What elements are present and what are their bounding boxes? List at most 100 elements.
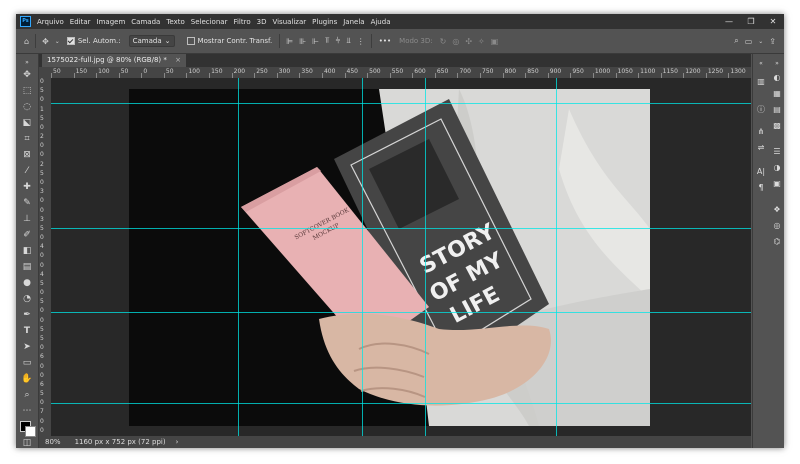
menu-editar[interactable]: Editar (70, 18, 91, 26)
crop-tool-icon[interactable]: ⌗ (20, 132, 34, 146)
align-top-icon[interactable]: ⫪ (325, 36, 330, 46)
more-tools-icon[interactable]: ⋯ (20, 404, 34, 418)
path-select-icon[interactable]: ➤ (20, 340, 34, 354)
chevron-down-icon[interactable]: ⌄ (758, 38, 763, 45)
workspace-icon[interactable]: ▭ (745, 37, 753, 46)
swatches-panel-icon[interactable]: ▦ (771, 88, 783, 100)
clone-stamp-icon[interactable]: ⊥ (20, 212, 34, 226)
vertical-guide[interactable] (362, 78, 363, 436)
search-icon[interactable]: ⌕ (734, 36, 738, 46)
zoom-tool-icon[interactable]: ⌕ (20, 388, 34, 402)
paths-icon[interactable]: ⌬ (771, 236, 783, 248)
paragraph-panel-icon[interactable]: ¶ (755, 182, 767, 194)
healing-brush-icon[interactable]: ✚ (20, 180, 34, 194)
horizontal-guide[interactable] (51, 103, 751, 104)
color-panel-icon[interactable]: ◐ (771, 72, 783, 84)
menu-arquivo[interactable]: Arquivo (37, 18, 64, 26)
camera-3d-icon[interactable]: ▣ (491, 37, 499, 46)
move-tool-icon[interactable]: ✥ (42, 37, 49, 46)
info-panel-icon[interactable]: ⓘ (755, 104, 767, 116)
quick-mask-icon[interactable]: ◫ (20, 436, 34, 448)
collapse-panels-icon[interactable]: » (771, 58, 783, 70)
menu-selecionar[interactable]: Selecionar (191, 18, 228, 26)
close-tab-icon[interactable]: × (175, 56, 181, 64)
more-options-button[interactable]: ••• (379, 37, 391, 45)
channels-panel-icon[interactable]: ◎ (771, 220, 783, 232)
vertical-guide[interactable] (238, 78, 239, 436)
brush-tool-icon[interactable]: ✎ (20, 196, 34, 210)
gradient-tool-icon[interactable]: ▤ (20, 260, 34, 274)
pan-3d-icon[interactable]: ✣ (465, 37, 472, 46)
slide-3d-icon[interactable]: ✧ (478, 37, 485, 46)
horizontal-guide[interactable] (51, 228, 751, 229)
chevron-down-icon[interactable]: ⌄ (55, 38, 60, 45)
menu-ajuda[interactable]: Ajuda (371, 18, 391, 26)
dodge-tool-icon[interactable]: ◔ (20, 292, 34, 306)
properties-panel-icon[interactable]: ☰ (771, 146, 783, 158)
hand-tool-icon[interactable]: ✋ (20, 372, 34, 386)
ruler-label: 600 (414, 68, 426, 75)
align-left-icon[interactable]: ⊫ (286, 37, 293, 46)
horizontal-guide[interactable] (51, 312, 751, 313)
show-transform-option[interactable]: Mostrar Contr. Transf. (186, 37, 272, 45)
share-icon[interactable]: ⇪ (769, 37, 776, 46)
zoom-level[interactable]: 80% (45, 438, 61, 446)
home-icon[interactable]: ⌂ (24, 37, 29, 46)
status-menu-arrow[interactable]: › (176, 438, 179, 446)
menu-imagem[interactable]: Imagem (97, 18, 126, 26)
collapse-panels-icon[interactable]: « (755, 58, 767, 70)
close-window-button[interactable]: ✕ (762, 14, 784, 29)
patterns-panel-icon[interactable]: ▩ (771, 120, 783, 132)
align-center-v-icon[interactable]: ⫩ (336, 36, 341, 46)
canvas-area[interactable]: SOFTCOVER BOOK MOCKUP STORY OF MY LIFE (51, 78, 751, 436)
minimize-button[interactable]: — (718, 14, 740, 29)
eraser-tool-icon[interactable]: ◧ (20, 244, 34, 258)
vertical-guide[interactable] (556, 78, 557, 436)
auto-select-checkbox[interactable] (66, 37, 75, 45)
menu-janela[interactable]: Janela (343, 18, 364, 26)
paths-panel-icon[interactable]: ⋔ (755, 126, 767, 138)
align-right-icon[interactable]: ⊩ (312, 37, 319, 46)
document-image[interactable]: SOFTCOVER BOOK MOCKUP STORY OF MY LIFE (129, 89, 650, 426)
object-select-tool-icon[interactable]: ⬕ (20, 116, 34, 130)
horizontal-guide[interactable] (51, 403, 751, 404)
menu-plugins[interactable]: Plugins (312, 18, 337, 26)
lasso-tool-icon[interactable]: ◌ (20, 100, 34, 114)
distribute-icon[interactable]: ⋮ (357, 37, 365, 46)
document-tab[interactable]: 1575022-full.jpg @ 80% (RGB/8) * × (42, 54, 186, 67)
frame-tool-icon[interactable]: ⊠ (20, 148, 34, 162)
orbit-3d-icon[interactable]: ↻ (440, 37, 447, 46)
history-panel-icon[interactable]: ▥ (755, 76, 767, 88)
blur-tool-icon[interactable]: ● (20, 276, 34, 290)
history-brush-icon[interactable]: ✐ (20, 228, 34, 242)
character-panel-icon[interactable]: A| (755, 166, 767, 178)
menu-3d[interactable]: 3D (257, 18, 267, 26)
align-center-h-icon[interactable]: ⊪ (299, 37, 306, 46)
marquee-tool-icon[interactable]: ⬚ (20, 84, 34, 98)
options-bar: ⌂ ✥ ⌄ Sel. Autom.: Camada ⌄ Mostrar Cont… (16, 29, 784, 54)
layer-dropdown[interactable]: Camada ⌄ (128, 35, 175, 47)
type-tool-icon[interactable]: T (20, 324, 34, 338)
menu-camada[interactable]: Camada (131, 18, 160, 26)
show-transform-checkbox[interactable] (186, 37, 195, 45)
align-bottom-icon[interactable]: ⫫ (346, 36, 351, 46)
vertical-guide[interactable] (425, 78, 426, 436)
libraries-panel-icon[interactable]: ▣ (771, 178, 783, 190)
maximize-button[interactable]: ❐ (740, 14, 762, 29)
adjust-panel-icon[interactable]: ⇌ (755, 142, 767, 154)
roll-3d-icon[interactable]: ◎ (452, 37, 459, 46)
layers-panel-icon[interactable]: ❖ (771, 204, 783, 216)
auto-select-option[interactable]: Sel. Autom.: (66, 37, 121, 45)
eyedropper-tool-icon[interactable]: ⁄ (20, 164, 34, 178)
ruler-origin[interactable] (39, 67, 51, 78)
move-tool-icon[interactable]: ✥ (20, 68, 34, 82)
rectangle-tool-icon[interactable]: ▭ (20, 356, 34, 370)
pen-tool-icon[interactable]: ✒ (20, 308, 34, 322)
gradients-panel-icon[interactable]: ▤ (771, 104, 783, 116)
photoshop-logo-icon: Ps (20, 16, 31, 27)
menu-texto[interactable]: Texto (166, 18, 184, 26)
menu-visualizar[interactable]: Visualizar (272, 18, 306, 26)
ruler-label: 350 (301, 68, 313, 75)
adjustments-panel-icon[interactable]: ◑ (771, 162, 783, 174)
menu-filtro[interactable]: Filtro (233, 18, 250, 26)
